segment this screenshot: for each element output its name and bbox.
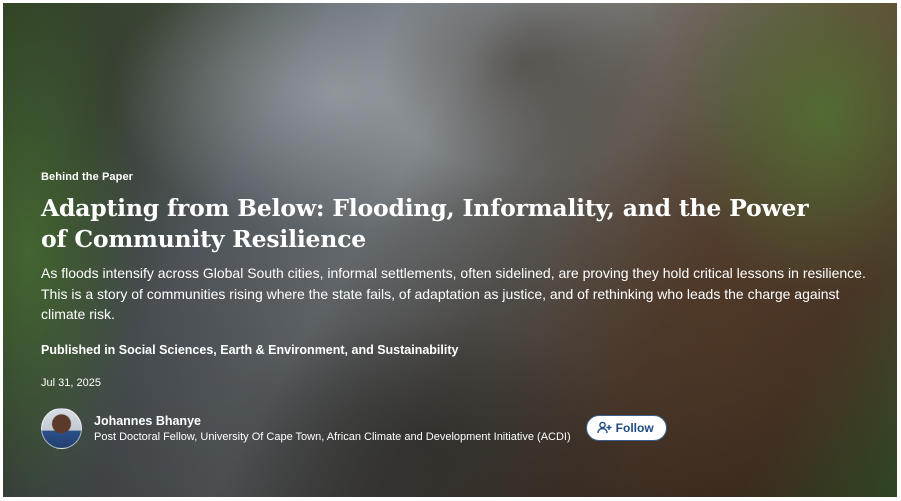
follow-button[interactable]: Follow [585, 414, 667, 441]
author-block: Johannes Bhanye Post Doctoral Fellow, Un… [41, 408, 667, 449]
published-in: Published in Social Sciences, Earth & En… [41, 343, 459, 357]
add-person-icon [596, 421, 612, 434]
author-avatar[interactable] [41, 408, 82, 449]
hero-banner: Behind the Paper Adapting from Below: Fl… [3, 3, 897, 497]
author-info: Johannes Bhanye Post Doctoral Fellow, Un… [94, 414, 571, 443]
author-name[interactable]: Johannes Bhanye [94, 414, 571, 428]
author-role: Post Doctoral Fellow, University Of Cape… [94, 431, 571, 443]
article-title: Adapting from Below: Flooding, Informali… [41, 194, 809, 253]
follow-label: Follow [615, 420, 654, 435]
article-summary: As floods intensify across Global South … [41, 265, 866, 322]
publish-date: Jul 31, 2025 [41, 377, 101, 389]
article-category[interactable]: Behind the Paper [41, 171, 133, 183]
